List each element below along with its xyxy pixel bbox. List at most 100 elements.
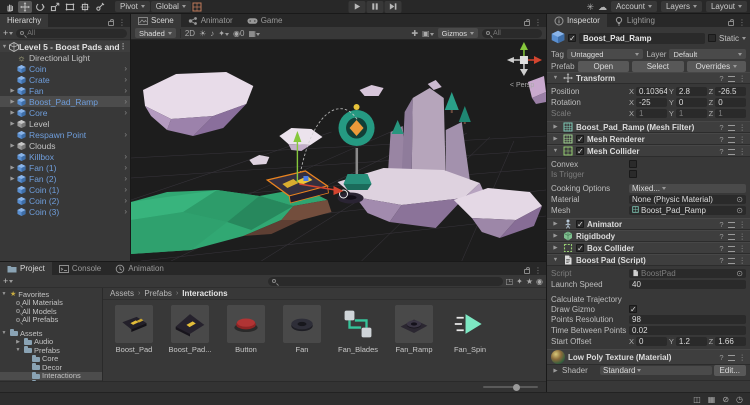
foldout-icon[interactable]: ▶ <box>8 143 17 149</box>
activity-icon[interactable]: ⊘ <box>722 395 729 404</box>
tab-inspector[interactable]: Inspector <box>547 14 607 27</box>
progress-icon[interactable]: ◷ <box>736 395 743 404</box>
object-picker-icon[interactable]: ⊙ <box>736 269 743 278</box>
hierarchy-item-boost-pad-ramp[interactable]: ▶Boost_Pad_Ramp› <box>0 96 130 107</box>
scene-header-row[interactable]: ▼Level 5 - Boost Pads and F⋮ <box>0 41 130 52</box>
lock-icon[interactable] <box>728 21 734 26</box>
component-menu-icon[interactable]: ⋮ <box>739 220 747 229</box>
asset-boost-pad[interactable]: Boost_Pad... <box>167 305 213 354</box>
move-tool-button[interactable] <box>18 1 32 13</box>
asset-fan-spin[interactable]: Fan_Spin <box>447 305 493 354</box>
foldout-icon[interactable]: ▶ <box>8 121 17 127</box>
tab-console[interactable]: Console <box>52 262 108 275</box>
dropdown-cooking-options[interactable]: Mixed... <box>629 184 746 193</box>
perspective-label[interactable]: < Persp <box>510 82 534 89</box>
component-menu-icon[interactable]: ⋮ <box>739 353 747 362</box>
package-manager-icon[interactable]: ▦ <box>708 395 716 404</box>
component-menu-icon[interactable]: ⋮ <box>739 147 747 156</box>
grid-snap-icon[interactable] <box>192 2 202 12</box>
scene-menu-icon[interactable]: ⋮ <box>119 42 127 51</box>
prefab-open-arrow[interactable]: › <box>124 174 127 183</box>
scene-search-input[interactable]: All <box>482 29 542 38</box>
help-icon[interactable]: ? <box>719 244 723 253</box>
lock-icon[interactable] <box>524 269 530 274</box>
hierarchy-item-coin-2[interactable]: Coin (2)› <box>0 195 130 206</box>
foldout-icon[interactable]: ▼ <box>0 330 8 336</box>
tab-animation[interactable]: Animation <box>108 262 171 275</box>
scene-viewport[interactable]: < Persp <box>131 40 546 261</box>
field-time-between-points[interactable]: 0.02 <box>629 326 746 335</box>
global-toggle[interactable]: Global <box>151 1 191 12</box>
help-icon[interactable]: ? <box>719 232 723 241</box>
foldout-icon[interactable]: ▼ <box>0 291 8 297</box>
preset-icon[interactable] <box>728 125 735 131</box>
shader-edit-button[interactable]: Edit... <box>714 365 746 376</box>
object-name-field[interactable]: Boost_Pad_Ramp <box>579 33 705 44</box>
prefab-open-arrow[interactable]: › <box>124 108 127 117</box>
draw-mode-dropdown[interactable]: Shaded <box>135 28 176 38</box>
prefab-open-arrow[interactable]: › <box>124 163 127 172</box>
prefab-select-button[interactable]: Select <box>632 61 684 72</box>
scene-lighting-icon[interactable]: ☀ <box>199 29 206 38</box>
favorite-search-icon[interactable]: ★ <box>526 277 533 286</box>
panel-menu-icon[interactable]: ⋮ <box>118 18 126 27</box>
foldout-icon[interactable]: ▼ <box>551 75 560 81</box>
breadcrumb-assets[interactable]: Assets <box>110 289 134 298</box>
pivot-toggle[interactable]: Pivot <box>115 1 150 12</box>
panel-menu-icon[interactable]: ⋮ <box>534 266 542 275</box>
object-picker-icon[interactable]: ⊙ <box>736 195 743 204</box>
asset-fan[interactable]: Fan <box>279 305 325 354</box>
hierarchy-item-crate[interactable]: Crate› <box>0 74 130 85</box>
folder-decor[interactable]: Decor <box>0 363 102 372</box>
asset-boost-pad[interactable]: Boost_Pad <box>111 305 157 354</box>
component-enabled-checkbox[interactable] <box>576 135 584 143</box>
toggle-2d-button[interactable]: 2D <box>185 29 195 38</box>
prefab-open-arrow[interactable]: › <box>124 86 127 95</box>
help-icon[interactable]: ? <box>719 123 723 132</box>
prefab-open-arrow[interactable]: › <box>124 185 127 194</box>
hierarchy-item-fan-2[interactable]: ▶Fan (2)› <box>0 173 130 184</box>
component-header-transform[interactable]: ▼Transform?⋮ <box>547 72 750 84</box>
prefab-open-arrow[interactable]: › <box>124 75 127 84</box>
scale-tool-button[interactable] <box>48 1 62 13</box>
tab-game[interactable]: Game <box>240 14 290 27</box>
checkbox-draw-gizmo[interactable] <box>629 305 637 313</box>
component-menu-icon[interactable]: ⋮ <box>739 135 747 144</box>
help-icon[interactable]: ? <box>719 256 723 265</box>
foldout-icon[interactable]: ▶ <box>8 110 17 116</box>
effects-dropdown[interactable]: ✦ <box>218 29 229 38</box>
foldout-icon[interactable]: ▶ <box>551 136 560 142</box>
hierarchy-search-input[interactable]: All <box>16 29 127 38</box>
tab-project[interactable]: Project <box>0 262 52 275</box>
search-by-type-icon[interactable]: ◳ <box>506 277 514 286</box>
preset-icon[interactable] <box>728 234 735 240</box>
field-rotation-x[interactable]: -25 <box>636 98 667 107</box>
object-picker-icon[interactable]: ⊙ <box>736 206 743 215</box>
help-icon[interactable]: ? <box>719 74 723 83</box>
scene-visibility-icon[interactable]: ◉0 <box>233 29 244 38</box>
foldout-icon[interactable]: ▼ <box>14 347 22 353</box>
component-header-animator[interactable]: ▶Animator?⋮ <box>547 218 750 230</box>
preset-icon[interactable] <box>728 222 735 228</box>
component-header-boost-pad-ramp-mesh-filter[interactable]: ▶Boost_Pad_Ramp (Mesh Filter)?⋮ <box>547 121 750 133</box>
tab-hierarchy[interactable]: Hierarchy <box>0 14 48 27</box>
preset-icon[interactable] <box>728 76 735 82</box>
camera-settings-icon[interactable]: ▣ <box>422 29 434 38</box>
field-launch-speed[interactable]: 40 <box>629 280 746 289</box>
help-icon[interactable]: ? <box>719 353 723 362</box>
object-field-material[interactable]: None (Physic Material)⊙ <box>629 195 746 204</box>
create-asset-button[interactable]: + <box>3 276 13 286</box>
component-header-boost-pad-script[interactable]: ▼Boost Pad (Script)?⋮ <box>547 254 750 266</box>
panel-menu-icon[interactable]: ⋮ <box>738 18 746 27</box>
component-menu-icon[interactable]: ⋮ <box>739 123 747 132</box>
panel-menu-icon[interactable]: ⋮ <box>534 18 542 27</box>
field-position-y[interactable]: 2.8 <box>676 87 707 96</box>
foldout-icon[interactable]: ▼ <box>551 257 560 263</box>
favorite-all-prefabs[interactable]: All Prefabs <box>0 316 102 325</box>
asset-button[interactable]: Button <box>223 305 269 354</box>
layers-dropdown[interactable]: Layers <box>661 1 702 12</box>
tab-lighting[interactable]: Lighting <box>607 14 662 27</box>
component-header-mesh-collider[interactable]: ▼Mesh Collider?⋮ <box>547 145 750 157</box>
hierarchy-item-coin-1[interactable]: Coin (1)› <box>0 184 130 195</box>
preset-icon[interactable] <box>728 149 735 155</box>
